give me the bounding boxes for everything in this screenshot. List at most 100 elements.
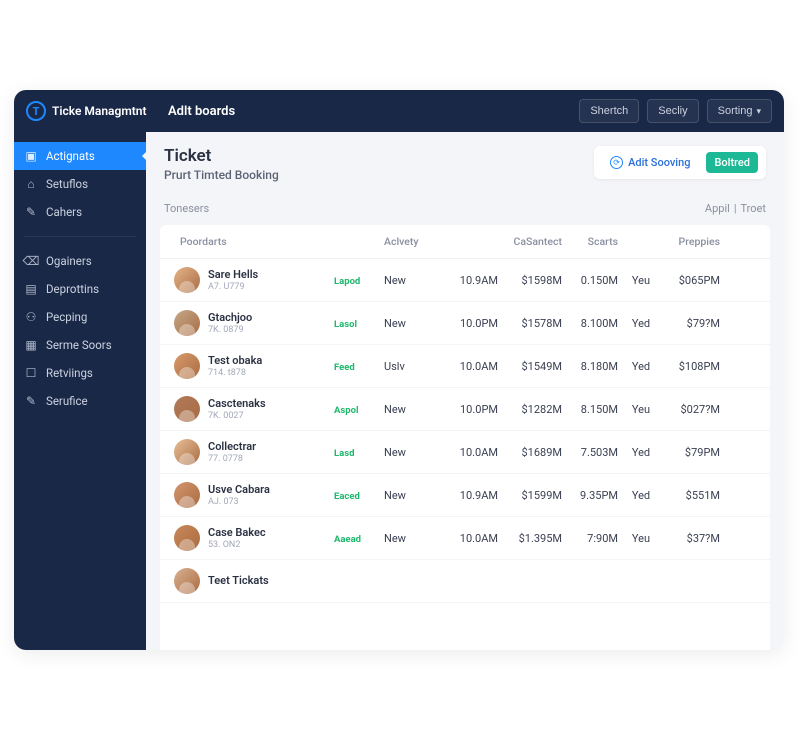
cell-price: $79PM [664,446,720,459]
meta-row: Tonesers Appil | Troet [146,194,784,225]
table-row[interactable]: Sare HellsA7. U779LapodNew10.9AM$1598M0.… [160,259,770,302]
cell-time: 10.9AM [442,274,498,287]
secondary-top-button[interactable]: Secliy [647,99,698,123]
status-badge: Eaced [334,491,360,502]
sidebar-item-label: Actignats [46,149,95,163]
cell-activity: New [384,532,442,545]
col-header-activity[interactable]: Aclvety [384,235,442,248]
col-header-contact[interactable]: CaSantect [498,235,562,248]
adit-sooving-label: Adit Sooving [628,156,690,169]
primary-action-button[interactable]: Boltred [706,152,758,173]
col-header-preppies[interactable]: Preppies [664,235,720,248]
sidebar-item-label: Serme Soors [46,338,112,352]
sidebar-item-retviings[interactable]: ☐ Retviings [14,359,146,387]
sidebar-item-ogainers[interactable]: ⌫ Ogainers [14,247,146,275]
sidebar-item-deprottins[interactable]: ▤Deprottins [14,275,146,303]
sidebar-icon: ▤ [24,282,38,296]
cell-price: $37?M [664,532,720,545]
cell-amount2: 8.180M [562,360,618,373]
sorting-button-label: Sorting [718,105,753,117]
logo-area: T Ticke Managmtnt [26,101,152,121]
table-row[interactable]: Collectrar77. 0778LasdNew10.0AM$1689M7.5… [160,431,770,474]
board-title: Adlt boards [168,104,235,119]
sidebar-item-actignats[interactable]: ▣Actignats [14,142,146,170]
circle-icon: ⟳ [610,156,623,169]
cell-price: $108PM [664,360,720,373]
avatar [174,568,200,594]
sidebar-icon: ✎ [24,205,38,219]
sidebar-item-pecping[interactable]: ⚇ Pecping [14,303,146,331]
meta-troet-link[interactable]: Troet [741,202,767,215]
sidebar-divider [24,236,136,237]
status-badge: Lasol [334,319,357,330]
search-button[interactable]: Shertch [579,99,639,123]
cell-amount2: 7:90M [562,532,618,545]
table-row[interactable]: Usve CabaraAJ. 073EacedNew10.9AM$1599M9.… [160,474,770,517]
table-row[interactable]: Test obaka714. t878FeedUslv10.0AM$1549M8… [160,345,770,388]
avatar [174,396,200,422]
cell-activity: New [384,317,442,330]
cell-yn: Yed [618,317,664,330]
cell-activity: New [384,446,442,459]
sidebar-item-setuflos[interactable]: ⌂Setuflos [14,170,146,198]
sidebar-item-label: Ogainers [46,254,92,268]
user-name: Gtachjoo [208,311,252,324]
cell-amount1: $1282M [498,403,562,416]
page-title: Ticket [164,146,279,166]
sidebar-item-label: Pecping [46,310,87,324]
avatar [174,525,200,551]
sidebar-item-label: Retviings [46,366,93,380]
sidebar-item-cahers[interactable]: ✎ Cahers [14,198,146,226]
user-name: Teet Tickats [208,574,269,587]
cell-yn: Yed [618,360,664,373]
sidebar-icon: ⌫ [24,254,38,268]
sidebar-icon: ☐ [24,366,38,380]
sorting-button[interactable]: Sorting ▾ [707,99,772,123]
col-header-scarts[interactable]: Scarts [562,235,618,248]
cell-amount1: $1578M [498,317,562,330]
page-actions-panel: ⟳ Adit Sooving Boltred [594,146,766,179]
user-id: A7. U779 [208,282,258,292]
user-id: 7K. 0879 [208,325,252,335]
avatar [174,267,200,293]
meta-appil-link[interactable]: Appil [705,202,730,215]
sidebar-item-label: Cahers [46,205,82,219]
cell-amount1: $1.395M [498,532,562,545]
table-row[interactable]: Teet Tickats [160,560,770,603]
cell-amount1: $1599M [498,489,562,502]
cell-amount2: 8.150M [562,403,618,416]
chevron-down-icon: ▾ [756,106,761,117]
table-row[interactable]: Casctenaks7K. 0027AspolNew10.0PM$1282M8.… [160,388,770,431]
main-panel: Ticket Prurt Timted Booking ⟳ Adit Soovi… [146,132,784,650]
cell-price: $551M [664,489,720,502]
cell-yn: Yed [618,489,664,502]
table-row[interactable]: Gtachjoo7K. 0879LasolNew10.0PM$1578M8.10… [160,302,770,345]
app-title: Ticke Managmtnt [52,104,147,118]
table-row[interactable]: Case Bakec53. ON2AaeadNew10.0AM$1.395M7:… [160,517,770,560]
cell-time: 10.0AM [442,532,498,545]
sidebar-item-serme soors[interactable]: ▦Serme Soors [14,331,146,359]
sidebar: ▣Actignats⌂Setuflos ✎ Cahers ⌫ Ogainers ▤Dep… [14,132,146,650]
sidebar-icon: ⚇ [24,310,38,324]
cell-activity: Uslv [384,360,442,373]
user-name: Test obaka [208,354,262,367]
sidebar-icon: ⌂ [24,177,38,191]
cell-time: 10.9AM [442,489,498,502]
status-badge: Aaead [334,534,361,545]
adit-sooving-button[interactable]: ⟳ Adit Sooving [602,152,698,173]
meta-left: Tonesers [164,202,209,215]
cell-amount2: 0.150M [562,274,618,287]
cell-time: 10.0AM [442,360,498,373]
avatar [174,482,200,508]
status-badge: Lasd [334,448,354,459]
cell-activity: New [384,274,442,287]
cell-time: 10.0PM [442,403,498,416]
cell-yn: Yeu [618,532,664,545]
cell-amount1: $1549M [498,360,562,373]
sidebar-item-serufice[interactable]: ✎Serufice [14,387,146,415]
page-header: Ticket Prurt Timted Booking ⟳ Adit Soovi… [146,132,784,194]
cell-amount2: 9.35PM [562,489,618,502]
col-header-user[interactable]: Poordarts [174,235,334,248]
cell-yn: Yeu [618,403,664,416]
meta-divider: | [734,202,737,215]
